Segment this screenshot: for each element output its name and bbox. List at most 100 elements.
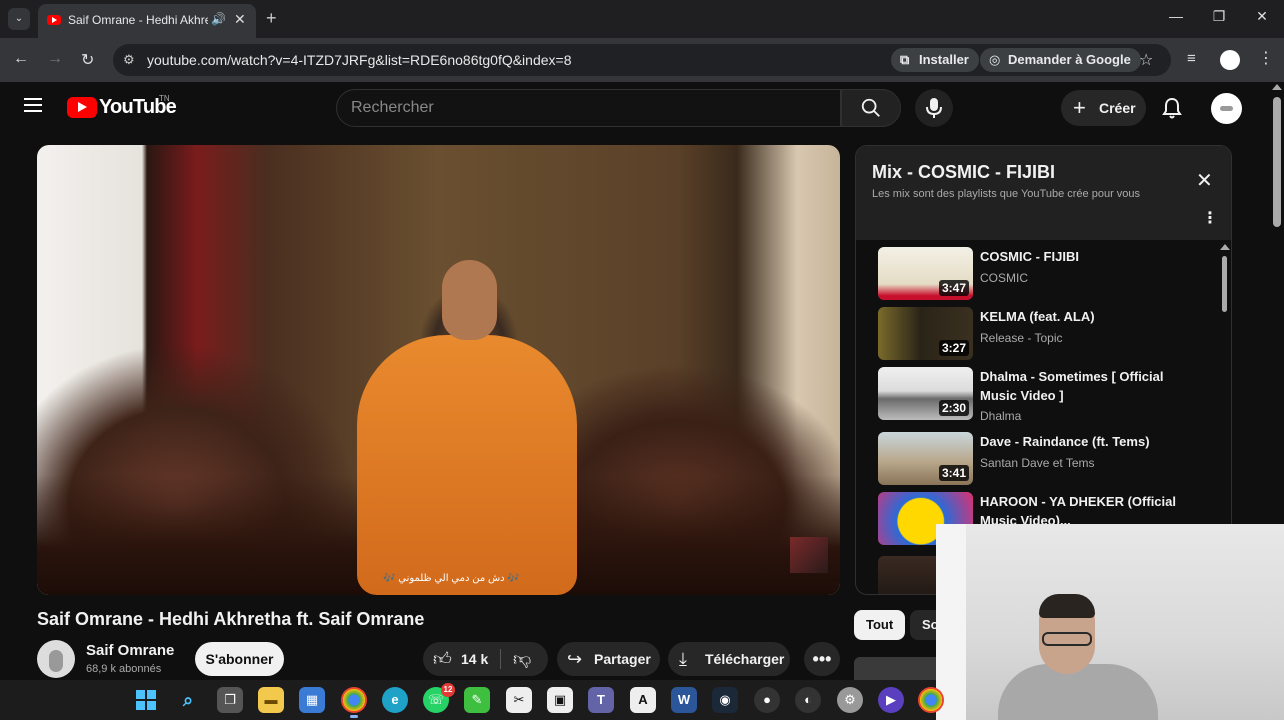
search-taskbar-icon[interactable]: ⌕	[175, 687, 201, 713]
capcut-icon[interactable]: ✂	[506, 687, 532, 713]
playlist-item[interactable]: 3:27 KELMA (feat. ALA) Release - Topic	[878, 307, 1218, 363]
back-icon[interactable]: ←	[13, 50, 29, 68]
more-actions-button[interactable]: •••	[804, 642, 840, 676]
playlist-item[interactable]: 2:30 Dhalma - Sometimes [ Official Music…	[878, 367, 1218, 423]
playlist-scrollbar-thumb[interactable]	[1222, 256, 1227, 312]
search-button[interactable]	[841, 89, 901, 127]
playlist-item-title[interactable]: Dhalma - Sometimes [ Official Music Vide…	[980, 367, 1180, 405]
ai-app-icon[interactable]: A	[630, 687, 656, 713]
install-button[interactable]: ⧉ Installer	[891, 48, 979, 72]
browser-tab-active[interactable]: Saif Omrane - Hedhi Akhretha ft. Saif Om…	[38, 4, 256, 38]
chrome-icon[interactable]	[341, 687, 367, 718]
playlist-thumbnail[interactable]: 2:30	[878, 367, 973, 420]
windows-start-icon[interactable]	[133, 687, 159, 713]
obs-icon[interactable]: ●	[754, 687, 780, 713]
teams-icon[interactable]: T	[588, 687, 614, 713]
scroll-up-icon[interactable]	[1220, 244, 1230, 250]
github-icon[interactable]: ◐	[795, 687, 821, 713]
like-button[interactable]: 👍︎ 14 k	[423, 642, 500, 676]
video-caption: 🎶 دش من دمي الي ظلموني 🎶	[383, 573, 520, 584]
chrome-profile-avatar[interactable]	[1220, 50, 1240, 70]
youtube-logo-icon[interactable]	[67, 97, 97, 118]
playlist-header: Mix - COSMIC - FIJIBI Les mix sont des p…	[856, 146, 1231, 240]
address-bar[interactable]: ⚙ youtube.com/watch?v=4-ITZD7JRFg&list=R…	[113, 44, 1171, 76]
steam-icon[interactable]: ◉	[712, 687, 738, 713]
playlist-item[interactable]: 3:41 Dave - Raindance (ft. Tems) Santan …	[878, 432, 1218, 488]
notes-app-icon[interactable]: ▣	[547, 687, 573, 713]
file-explorer-icon[interactable]: ▬	[258, 687, 284, 713]
download-label: Télécharger	[705, 651, 785, 667]
windows-taskbar: ⌕ ❐ ▬ ▦ e ☏ 12 ✎ ✂ ▣ T A W ◉ ● ◐ ⚙ ▶	[0, 680, 944, 720]
playlist-item-title[interactable]: Dave - Raindance (ft. Tems)	[980, 432, 1180, 451]
menu-icon[interactable]	[24, 98, 42, 116]
duration-badge: 3:47	[938, 280, 969, 296]
speaker-icon[interactable]: 🔊	[211, 12, 226, 26]
chrome-secondary-icon[interactable]	[918, 687, 944, 713]
channel-name[interactable]: Saif Omrane	[86, 642, 174, 659]
search-box[interactable]	[336, 89, 841, 127]
minimize-icon[interactable]: —	[1166, 8, 1186, 24]
address-url[interactable]: youtube.com/watch?v=4-ITZD7JRFg&list=RDE…	[147, 52, 572, 68]
channel-watermark[interactable]	[790, 537, 828, 573]
playlist-item[interactable]: 3:47 COSMIC - FIJIBI COSMIC	[878, 247, 1218, 303]
share-button[interactable]: ↪ Partager	[557, 642, 660, 676]
playlist-thumbnail[interactable]: 3:41	[878, 432, 973, 485]
chrome-menu-icon[interactable]: ⋮	[1258, 48, 1274, 68]
close-icon[interactable]: ✕	[1196, 168, 1213, 193]
youtube-favicon-icon	[47, 15, 61, 25]
account-avatar[interactable]	[1211, 93, 1242, 124]
tab-title: Saif Omrane - Hedhi Akhretha ft. Saif Om…	[68, 13, 208, 27]
tab-close-icon[interactable]: ✕	[234, 11, 246, 28]
plus-icon: +	[1073, 95, 1086, 120]
download-icon: ⤓	[679, 649, 687, 669]
playlist-item-artist: Dhalma	[980, 409, 1022, 423]
download-button[interactable]: ⤓ Télécharger	[668, 642, 790, 676]
channel-avatar[interactable]	[37, 640, 75, 678]
bookmark-star-icon[interactable]: ☆	[1139, 50, 1153, 70]
playlist-title[interactable]: Mix - COSMIC - FIJIBI	[872, 162, 1055, 183]
notifications-bell-icon[interactable]	[1160, 96, 1184, 120]
app-green-icon[interactable]: ✎	[464, 687, 490, 713]
playlist-item-title[interactable]: COSMIC - FIJIBI	[980, 247, 1180, 266]
task-view-icon[interactable]: ❐	[217, 687, 243, 713]
chip-all[interactable]: Tout	[854, 610, 906, 640]
voice-search-button[interactable]	[915, 89, 953, 127]
thumbs-down-icon: 👎︎	[513, 649, 532, 669]
playlist-item-title[interactable]: KELMA (feat. ALA)	[980, 307, 1180, 326]
media-controls-icon[interactable]: ≡	[1187, 50, 1196, 67]
like-count: 14 k	[461, 651, 489, 667]
forward-icon[interactable]: →	[47, 50, 63, 68]
maximize-icon[interactable]: ❐	[1209, 8, 1229, 25]
duration-badge: 3:27	[938, 340, 969, 356]
whatsapp-icon[interactable]: ☏ 12	[423, 683, 455, 713]
scroll-up-icon[interactable]	[1272, 84, 1282, 90]
store-icon[interactable]: ▦	[299, 687, 325, 713]
playlist-menu-icon[interactable]: ⋮	[1202, 208, 1218, 228]
microphone-icon	[926, 98, 942, 118]
like-dislike-group: 👍︎ 14 k 👎︎	[423, 642, 548, 676]
dislike-button[interactable]: 👎︎	[501, 642, 548, 676]
ask-google-button[interactable]: ◎ Demander à Google	[980, 48, 1141, 72]
media-player-icon[interactable]: ▶	[878, 687, 904, 713]
window-close-icon[interactable]: ✕	[1252, 8, 1272, 25]
webcam-person-shirt	[998, 664, 1158, 720]
settings-gear-icon[interactable]: ⚙	[837, 687, 863, 713]
create-button[interactable]: + Créer	[1061, 90, 1146, 126]
thumbs-up-icon: 👍︎	[433, 649, 452, 669]
tab-search-chevron-icon[interactable]: ⌄	[8, 8, 30, 30]
browser-toolbar: ← → ↻ ⚙ youtube.com/watch?v=4-ITZD7JRFg&…	[0, 38, 1284, 82]
edge-icon[interactable]: e	[382, 687, 408, 713]
install-icon: ⧉	[900, 52, 910, 67]
playlist-item-artist: COSMIC	[980, 271, 1028, 285]
new-tab-icon[interactable]: +	[266, 8, 277, 29]
scrollbar-thumb[interactable]	[1273, 97, 1281, 227]
subscribe-button[interactable]: S'abonner	[195, 642, 284, 676]
search-input[interactable]	[351, 99, 821, 117]
playlist-thumbnail[interactable]: 3:47	[878, 247, 973, 300]
share-icon: ↪	[567, 649, 583, 669]
site-info-icon[interactable]: ⚙	[123, 52, 135, 68]
reload-icon[interactable]: ↻	[81, 50, 94, 70]
playlist-thumbnail[interactable]: 3:27	[878, 307, 973, 360]
word-icon[interactable]: W	[671, 687, 697, 713]
video-player[interactable]: 🎶 دش من دمي الي ظلموني 🎶	[37, 145, 840, 595]
